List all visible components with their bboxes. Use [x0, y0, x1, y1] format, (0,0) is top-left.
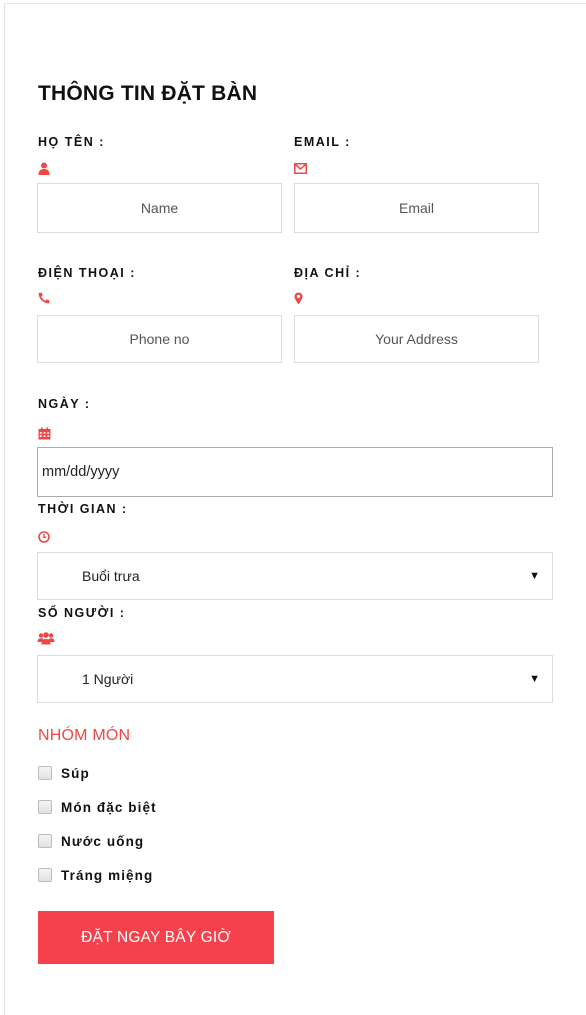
name-input[interactable] — [37, 183, 282, 233]
date-label: NGÀY : — [38, 397, 91, 411]
dropdown-arrow-icon: ▼ — [529, 673, 540, 685]
guests-select-value: 1 Người — [82, 671, 134, 687]
guests-label: SỐ NGƯỜI : — [38, 606, 126, 620]
address-input[interactable] — [294, 315, 539, 363]
email-input[interactable] — [294, 183, 539, 233]
map-marker-icon — [294, 292, 308, 306]
user-icon — [38, 162, 52, 176]
envelope-icon — [294, 163, 308, 177]
phone-label: ĐIỆN THOẠI : — [38, 266, 136, 280]
checkbox-label: Tráng miệng — [61, 867, 154, 883]
checkbox-label: Súp — [61, 765, 90, 781]
checkbox[interactable] — [38, 868, 52, 882]
phone-icon — [38, 292, 52, 306]
dish-group-title: NHÓM MÓN — [38, 727, 131, 744]
date-input[interactable]: mm/dd/yyyy — [37, 447, 553, 497]
checkbox[interactable] — [38, 766, 52, 780]
guests-select[interactable]: 1 Người ▼ — [37, 655, 553, 703]
phone-input[interactable] — [37, 315, 282, 363]
book-now-button[interactable]: ĐẶT NGAY BÂY GIỜ — [38, 911, 274, 964]
checkbox-option-dessert[interactable]: Tráng miệng — [38, 866, 153, 884]
users-icon — [37, 632, 55, 646]
time-select[interactable]: Buổi trưa ▼ — [37, 552, 553, 600]
checkbox-label: Nước uống — [61, 833, 145, 849]
calendar-icon — [38, 427, 52, 441]
date-input-value: mm/dd/yyyy — [42, 464, 120, 480]
checkbox[interactable] — [38, 800, 52, 814]
checkbox-option-soup[interactable]: Súp — [38, 764, 90, 782]
checkbox-option-special[interactable]: Món đặc biệt — [38, 798, 157, 816]
clock-icon — [38, 531, 52, 545]
time-select-value: Buổi trưa — [82, 568, 140, 584]
checkbox-label: Món đặc biệt — [61, 799, 157, 815]
checkbox-option-drinks[interactable]: Nước uống — [38, 832, 144, 850]
address-label: ĐỊA CHỈ : — [294, 266, 362, 280]
dropdown-arrow-icon: ▼ — [529, 570, 540, 582]
checkbox[interactable] — [38, 834, 52, 848]
time-label: THỜI GIAN : — [38, 502, 128, 516]
name-label: HỌ TÊN : — [38, 135, 105, 149]
form-title: THÔNG TIN ĐẶT BÀN — [38, 82, 258, 105]
email-label: EMAIL : — [294, 135, 351, 149]
